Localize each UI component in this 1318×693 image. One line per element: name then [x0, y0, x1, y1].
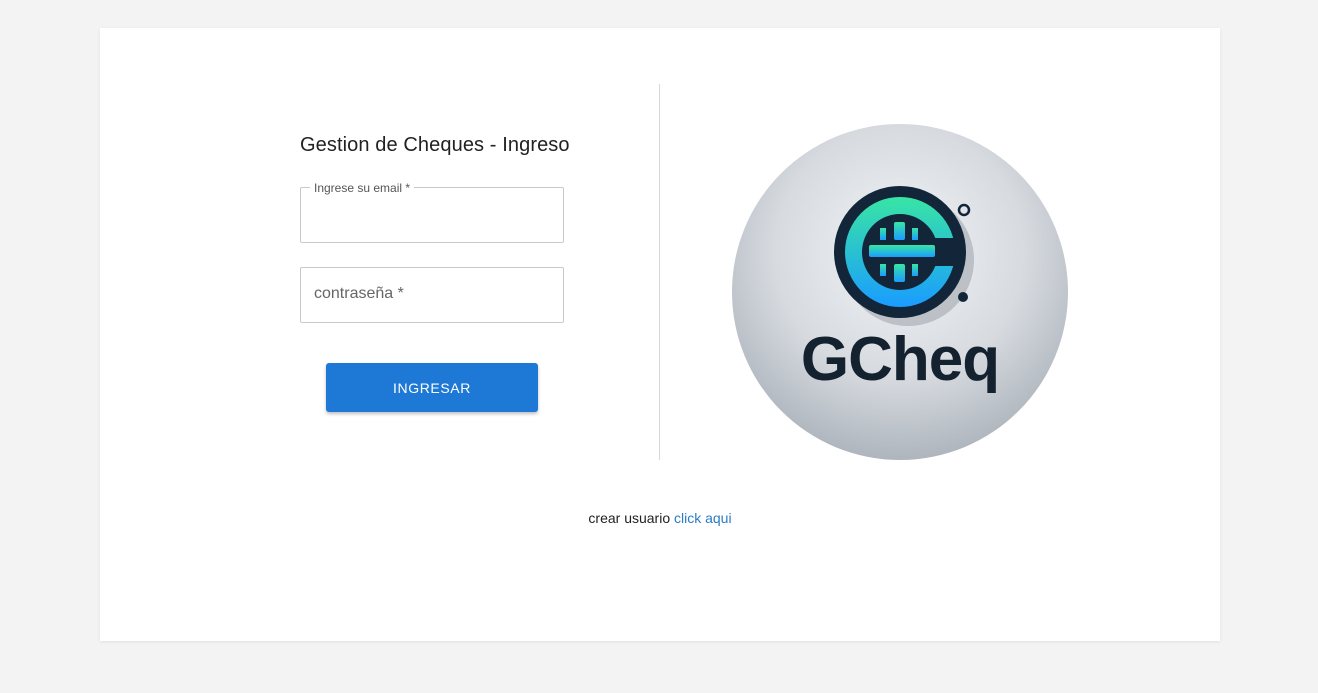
logo: GCheq	[732, 124, 1068, 460]
login-card: Gestion de Cheques - Ingreso Ingrese su …	[100, 28, 1220, 641]
gcheq-logo-graphic: GCheq	[732, 124, 1068, 460]
password-input[interactable]	[301, 268, 563, 322]
page-title: Gestion de Cheques - Ingreso	[300, 134, 570, 156]
divider	[659, 84, 660, 460]
email-field[interactable]: Ingrese su email *	[300, 181, 564, 243]
logo-text: GCheq	[801, 325, 999, 394]
email-input[interactable]	[301, 188, 563, 242]
create-user-link[interactable]: click aqui	[674, 510, 732, 526]
login-button[interactable]: INGRESAR	[326, 363, 538, 412]
create-user-row: crear usuario click aqui	[100, 510, 1220, 526]
email-label: Ingrese su email *	[310, 181, 415, 195]
create-user-text: crear usuario	[588, 510, 671, 526]
password-field[interactable]: contraseña *	[300, 267, 564, 323]
